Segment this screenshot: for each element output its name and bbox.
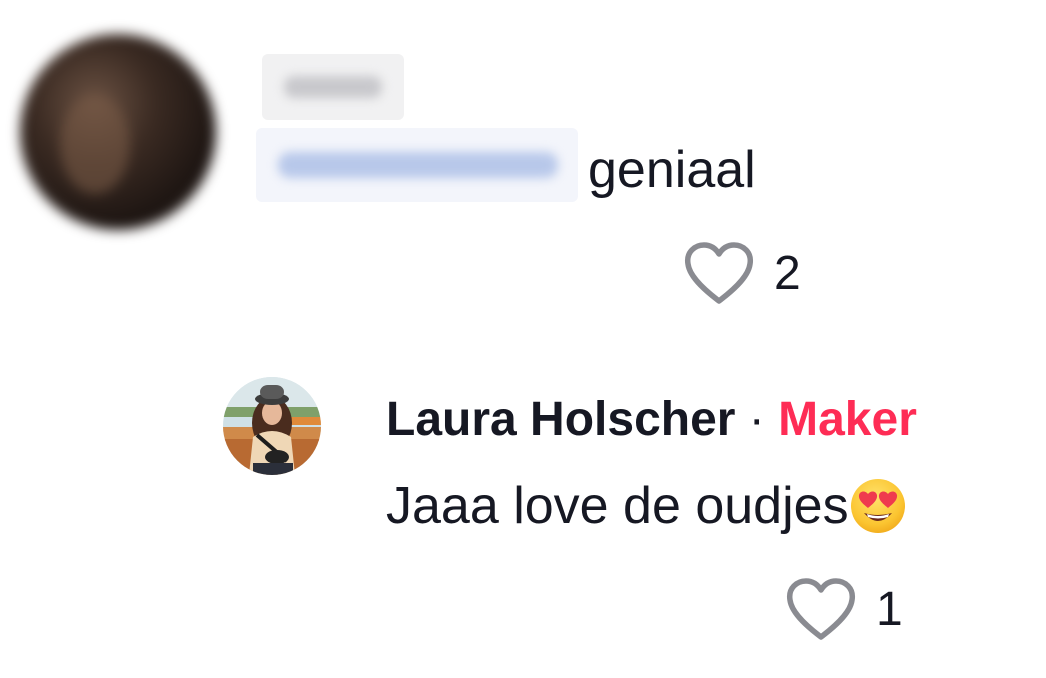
comment-like-button[interactable]: 2 (684, 240, 801, 308)
separator-dot: · (748, 393, 765, 446)
creator-badge: Maker (778, 393, 917, 446)
mention-redacted[interactable] (256, 128, 578, 202)
reply-author-avatar[interactable] (223, 377, 321, 475)
reply-text-row: Jaaa love de oudjes (386, 472, 907, 540)
reply-like-button[interactable]: 1 (786, 576, 903, 644)
heart-outline-icon[interactable] (786, 578, 856, 642)
avatar-photo (223, 377, 321, 475)
commenter-username-redacted[interactable] (262, 54, 404, 120)
smiling-face-with-heart-eyes-emoji (850, 479, 905, 533)
comment-like-count: 2 (774, 247, 801, 300)
heart-outline-icon[interactable] (684, 242, 754, 306)
commenter-avatar[interactable] (20, 34, 216, 230)
reply-like-count: 1 (876, 583, 903, 636)
comment-text: geniaal (588, 141, 756, 199)
reply-author-name[interactable]: Laura Holscher (386, 393, 735, 446)
reply-header: Laura Holscher · Maker (386, 390, 917, 450)
reply-text: Jaaa love de oudjes (386, 477, 849, 535)
